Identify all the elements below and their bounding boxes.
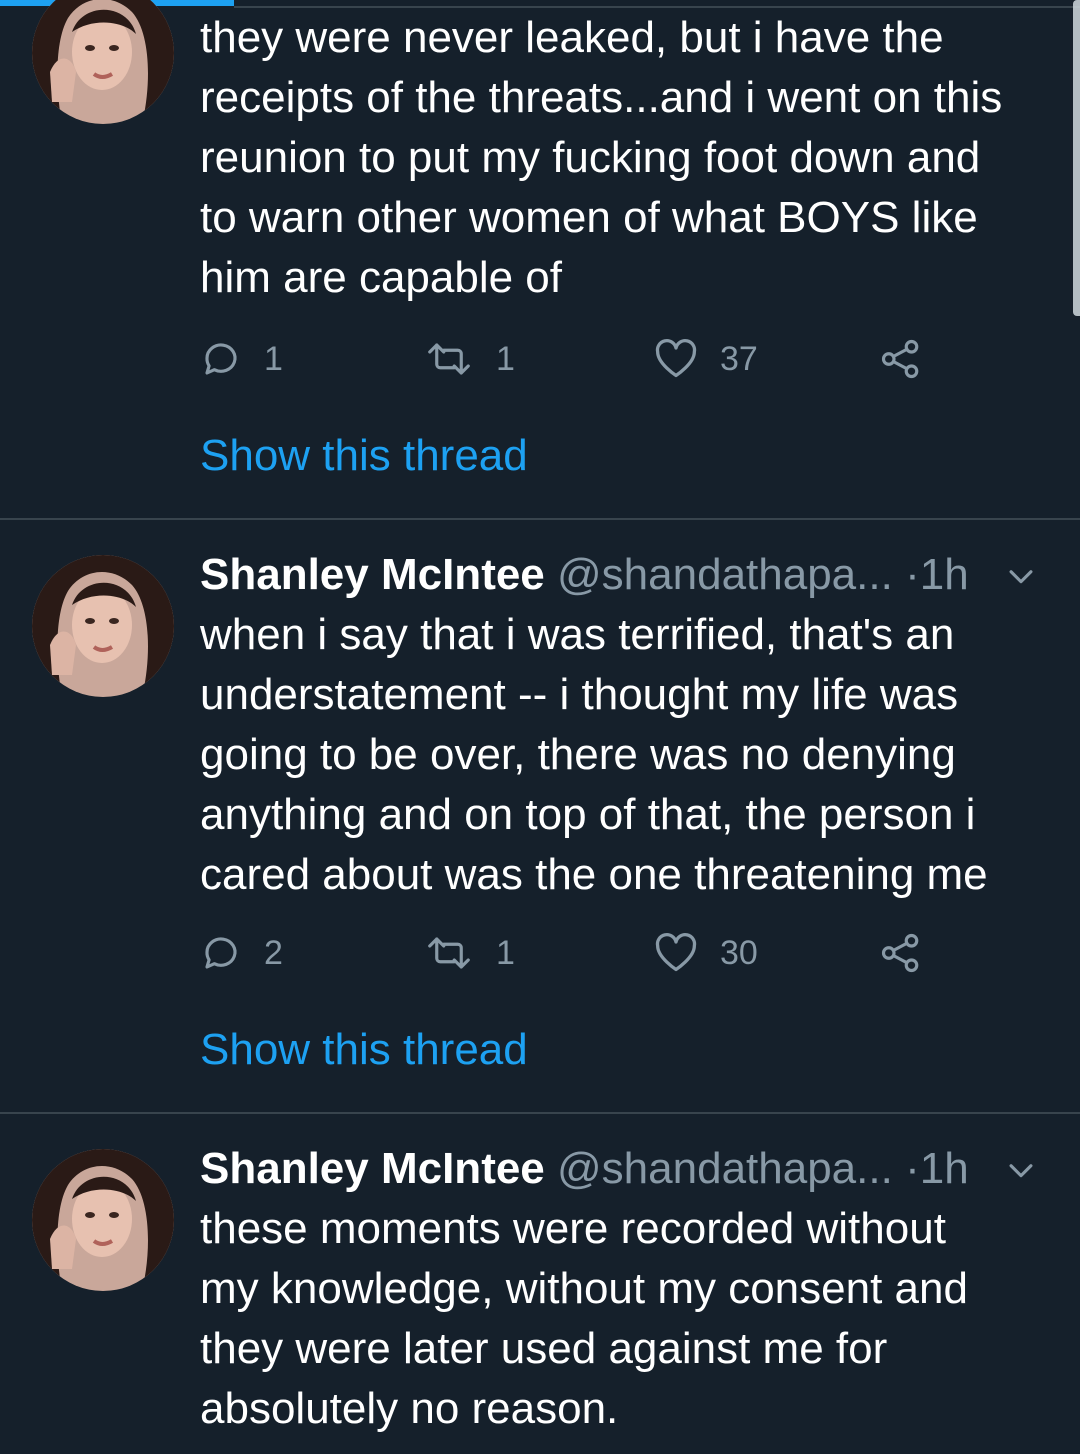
share-icon — [881, 339, 919, 379]
retweet-count: 1 — [496, 339, 515, 378]
reply-button[interactable]: 1 — [200, 334, 283, 384]
share-button[interactable] — [880, 928, 944, 978]
share-icon — [881, 933, 919, 973]
timestamp[interactable]: 1h — [920, 1144, 969, 1193]
tweet-text: these moments were recorded without my k… — [200, 1204, 968, 1433]
display-name[interactable]: Shanley McIntee — [200, 1144, 545, 1193]
tweet-text: they were never leaked, but i have the r… — [200, 13, 1003, 302]
separator: · — [905, 550, 920, 599]
reply-button[interactable]: 2 — [200, 928, 283, 978]
avatar[interactable] — [32, 1149, 174, 1291]
chevron-down-icon[interactable] — [1004, 1153, 1038, 1187]
like-count: 37 — [720, 339, 758, 378]
like-button[interactable]: 37 — [654, 334, 758, 384]
tweet-actions: 1 1 37 — [200, 334, 960, 384]
avatar[interactable] — [32, 0, 174, 124]
reply-count: 1 — [264, 339, 283, 378]
display-name[interactable]: Shanley McIntee — [200, 550, 545, 599]
tweet-2[interactable]: Shanley McIntee @shandathapa... ·1h when… — [0, 520, 1080, 1114]
tweet-text: when i say that i was terrified, that's … — [200, 610, 988, 899]
show-thread-link[interactable]: Show this thread — [200, 426, 528, 486]
like-icon — [655, 932, 697, 972]
like-button[interactable]: 30 — [654, 928, 758, 978]
separator: · — [905, 1144, 920, 1193]
tweet-3[interactable]: Shanley McIntee @shandathapa... ·1h thes… — [0, 1114, 1080, 1454]
user-handle[interactable]: @shandathapa... — [557, 550, 893, 599]
retweet-icon — [428, 343, 470, 375]
avatar[interactable] — [32, 555, 174, 697]
retweet-button[interactable]: 1 — [424, 928, 515, 978]
share-button[interactable] — [880, 334, 944, 384]
tweet-actions: 2 1 30 — [200, 928, 960, 978]
reply-icon — [205, 343, 237, 375]
tweet-header: Shanley McIntee @shandathapa... ·1h — [200, 1139, 1060, 1199]
reply-icon — [205, 937, 237, 969]
like-icon — [655, 338, 697, 378]
timestamp[interactable]: 1h — [920, 550, 969, 599]
reply-count: 2 — [264, 933, 283, 972]
tweet-1[interactable]: they were never leaked, but i have the r… — [0, 0, 1080, 520]
chevron-down-icon[interactable] — [1004, 559, 1038, 593]
tweet-header: Shanley McIntee @shandathapa... ·1h — [200, 545, 1060, 605]
show-thread-link[interactable]: Show this thread — [200, 1020, 528, 1080]
user-handle[interactable]: @shandathapa... — [557, 1144, 893, 1193]
retweet-button[interactable]: 1 — [424, 334, 515, 384]
retweet-icon — [428, 937, 470, 969]
retweet-count: 1 — [496, 933, 515, 972]
like-count: 30 — [720, 933, 758, 972]
